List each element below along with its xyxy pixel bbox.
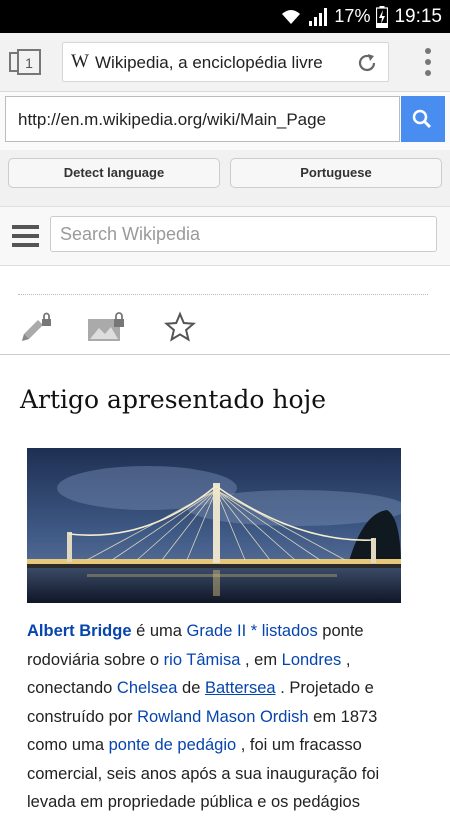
url-go-button[interactable] bbox=[401, 96, 445, 142]
omnibox[interactable]: W Wikipedia, a enciclopédia livre bbox=[62, 42, 389, 82]
translate-bar: Detect language Portuguese bbox=[0, 150, 450, 207]
edit-locked-icon[interactable] bbox=[18, 311, 52, 345]
albert-bridge-photo[interactable] bbox=[27, 448, 401, 603]
url-input[interactable]: http://en.m.wikipedia.org/wiki/Main_Page bbox=[5, 96, 400, 142]
star-icon[interactable] bbox=[164, 311, 196, 343]
section-heading: Artigo apresentado hoje bbox=[20, 385, 327, 414]
detect-language-button[interactable]: Detect language bbox=[8, 158, 220, 188]
article-title-link[interactable]: Albert Bridge bbox=[27, 622, 132, 640]
grade-listed-link[interactable]: Grade II * listados bbox=[187, 622, 318, 640]
featured-article-text: Albert Bridge é uma Grade II * listados … bbox=[27, 622, 380, 811]
clock: 19:15 bbox=[394, 5, 442, 27]
search-icon bbox=[412, 109, 432, 129]
signal-icon bbox=[309, 7, 328, 26]
reload-icon[interactable] bbox=[356, 52, 378, 74]
image-locked-icon[interactable] bbox=[87, 311, 125, 345]
wikipedia-favicon-icon: W bbox=[71, 51, 89, 72]
page-actions bbox=[0, 307, 450, 355]
status-bar: 17% 19:15 bbox=[0, 0, 450, 33]
battery-percent: 17% bbox=[334, 6, 371, 26]
chelsea-link[interactable]: Chelsea bbox=[117, 679, 178, 697]
url-entry-bar: http://en.m.wikipedia.org/wiki/Main_Page bbox=[0, 92, 450, 150]
wifi-icon bbox=[282, 9, 301, 24]
tab-count: 1 bbox=[25, 55, 33, 71]
wiki-header: Search Wikipedia bbox=[0, 207, 450, 266]
toll-bridge-link[interactable]: ponte de pedágio bbox=[109, 736, 237, 754]
hamburger-menu-icon[interactable] bbox=[12, 224, 39, 248]
battersea-link[interactable]: Battersea bbox=[205, 679, 276, 697]
battery-charging-icon bbox=[376, 5, 389, 28]
page-title: Wikipedia, a enciclopédia livre bbox=[95, 53, 323, 72]
divider bbox=[18, 294, 428, 295]
wiki-search-input[interactable]: Search Wikipedia bbox=[50, 216, 437, 252]
target-language-button[interactable]: Portuguese bbox=[230, 158, 442, 188]
ordish-link[interactable]: Rowland Mason Ordish bbox=[137, 708, 309, 726]
river-thames-link[interactable]: rio Tâmisa bbox=[164, 651, 241, 669]
browser-toolbar: 1 W Wikipedia, a enciclopédia livre bbox=[0, 33, 450, 92]
tab-switcher-button[interactable]: 1 bbox=[8, 47, 44, 77]
london-link[interactable]: Londres bbox=[282, 651, 342, 669]
overflow-menu-icon[interactable] bbox=[424, 47, 432, 77]
